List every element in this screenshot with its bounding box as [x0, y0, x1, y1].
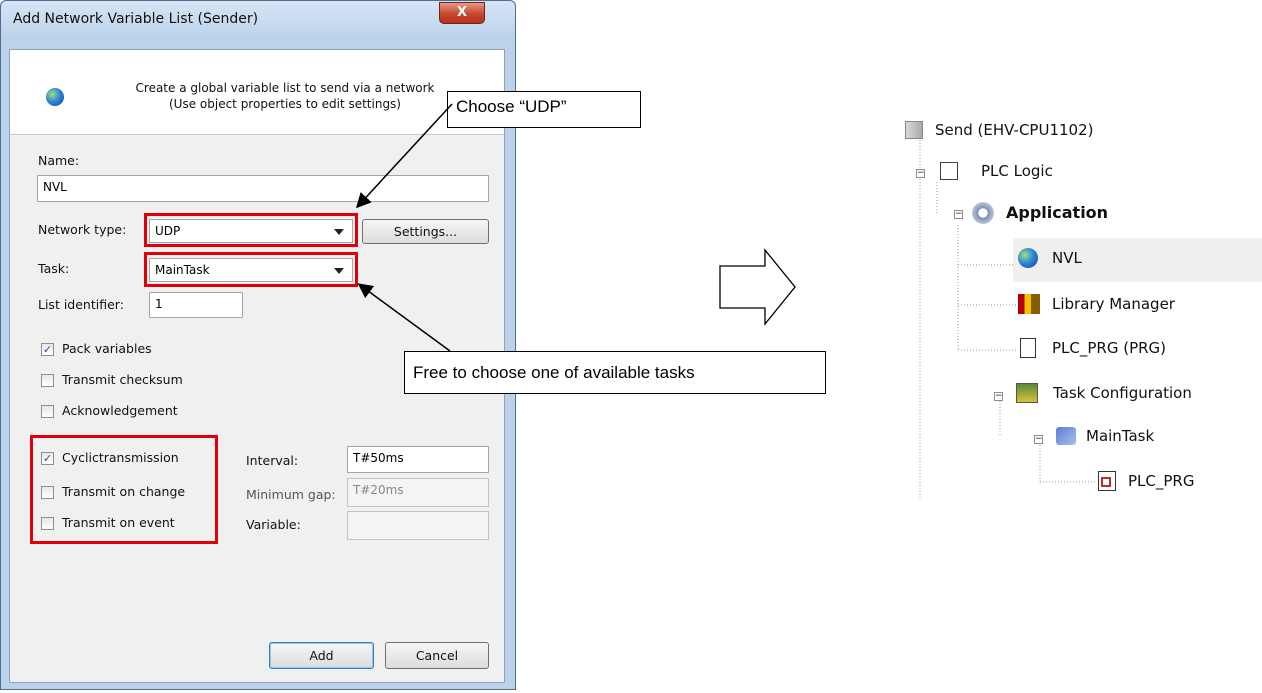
project-tree: Send (EHV-CPU1102) − PLC Logic − Applica… — [900, 110, 1262, 510]
collapse-icon[interactable]: − — [954, 210, 963, 219]
collapse-icon[interactable]: − — [1034, 435, 1043, 444]
tree-label-task-configuration: Task Configuration — [1053, 384, 1192, 402]
tree-label-nvl: NVL — [1052, 249, 1082, 267]
collapse-icon[interactable]: − — [916, 169, 925, 178]
tree-label-maintask: MainTask — [1086, 427, 1155, 445]
task-configuration-icon — [1016, 383, 1038, 403]
tree-label-library-manager: Library Manager — [1052, 295, 1175, 313]
tree-label-plc-prg: PLC_PRG (PRG) — [1052, 339, 1167, 357]
device-icon — [905, 121, 923, 139]
program-icon — [1020, 338, 1036, 358]
tree-label-device: Send (EHV-CPU1102) — [935, 121, 1094, 139]
network-globe-icon — [1018, 248, 1038, 268]
tree-label-plc-prg-call: PLC_PRG — [1128, 472, 1195, 490]
gear-icon — [972, 202, 994, 224]
arrow-to-task — [357, 283, 451, 352]
task-icon — [1056, 427, 1076, 445]
tree-label-application: Application — [1006, 203, 1109, 222]
plc-logic-icon — [940, 162, 958, 180]
tree-label-plc-logic: PLC Logic — [981, 162, 1053, 180]
library-books-icon — [1018, 294, 1040, 314]
right-arrow-icon — [719, 248, 796, 326]
call-marker-icon — [1101, 477, 1111, 487]
arrow-to-network-type — [355, 103, 453, 209]
collapse-icon[interactable]: − — [994, 392, 1003, 401]
selected-row — [1013, 238, 1262, 282]
